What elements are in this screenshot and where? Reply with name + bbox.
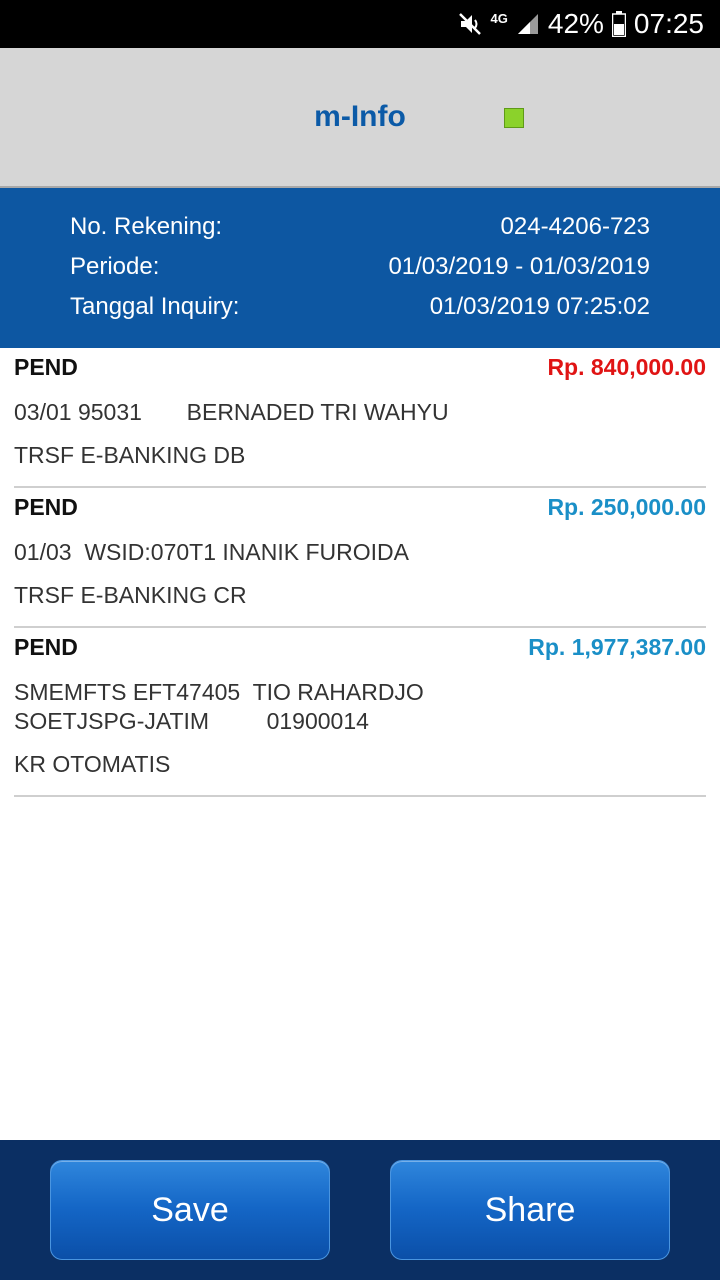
status-icons: 4G 42% 07:25 <box>457 0 704 48</box>
account-number-label: No. Rekening: <box>70 213 223 240</box>
inquiry-date-label: Tanggal Inquiry: <box>70 293 240 320</box>
status-bar: 4G 42% 07:25 <box>0 0 720 48</box>
transaction-item: PEND Rp. 1,977,387.00 SMEMFTS EFT47405 T… <box>14 628 706 797</box>
period-label: Periode: <box>70 253 160 280</box>
transaction-description: 03/01 95031 BERNADED TRI WAHYU <box>14 399 449 425</box>
mute-icon <box>457 11 483 37</box>
inquiry-date-value: 01/03/2019 07:25:02 <box>429 293 650 320</box>
period-row: Periode: 01/03/2019 - 01/03/2019 <box>70 247 650 287</box>
battery-percent: 42% <box>547 8 604 39</box>
account-number-value: 024-4206-723 <box>500 213 650 240</box>
transaction-list: PEND Rp. 840,000.00 03/01 95031 BERNADED… <box>14 348 706 797</box>
transaction-status: PEND <box>14 353 78 380</box>
account-number-row: No. Rekening: 024-4206-723 <box>70 207 650 247</box>
transaction-status: PEND <box>14 633 78 660</box>
signal-icon <box>516 12 540 36</box>
battery-icon <box>611 11 626 37</box>
account-info-panel: No. Rekening: 024-4206-723 Periode: 01/0… <box>0 188 720 348</box>
save-button[interactable]: Save <box>50 1160 330 1260</box>
status-indicator <box>504 108 524 128</box>
transaction-header: PEND Rp. 1,977,387.00 <box>14 628 706 666</box>
clock: 07:25 <box>633 8 704 39</box>
page-title: m-Info <box>314 100 406 133</box>
network-type: 4G <box>490 10 508 26</box>
transaction-type: KR OTOMATIS <box>14 751 171 777</box>
share-button[interactable]: Share <box>390 1160 670 1260</box>
bottom-action-bar: Save Share <box>0 1140 720 1280</box>
transaction-amount: Rp. 1,977,387.00 <box>528 633 706 660</box>
transaction-amount: Rp. 250,000.00 <box>547 493 706 520</box>
transaction-amount: Rp. 840,000.00 <box>547 353 706 380</box>
transaction-item: PEND Rp. 840,000.00 03/01 95031 BERNADED… <box>14 348 706 488</box>
transaction-header: PEND Rp. 840,000.00 <box>14 348 706 386</box>
transaction-item: PEND Rp. 250,000.00 01/03 WSID:070T1 INA… <box>14 488 706 628</box>
period-value: 01/03/2019 - 01/03/2019 <box>388 253 650 280</box>
inquiry-date-row: Tanggal Inquiry: 01/03/2019 07:25:02 <box>70 287 650 327</box>
transaction-status: PEND <box>14 493 78 520</box>
app-header: m-Info <box>0 48 720 188</box>
transaction-description: SMEMFTS EFT47405 TIO RAHARDJO SOETJSPG-J… <box>14 679 424 734</box>
transaction-type: TRSF E-BANKING DB <box>14 442 246 468</box>
transaction-description: 01/03 WSID:070T1 INANIK FUROIDA <box>14 539 409 565</box>
transaction-header: PEND Rp. 250,000.00 <box>14 488 706 526</box>
transaction-type: TRSF E-BANKING CR <box>14 582 247 608</box>
